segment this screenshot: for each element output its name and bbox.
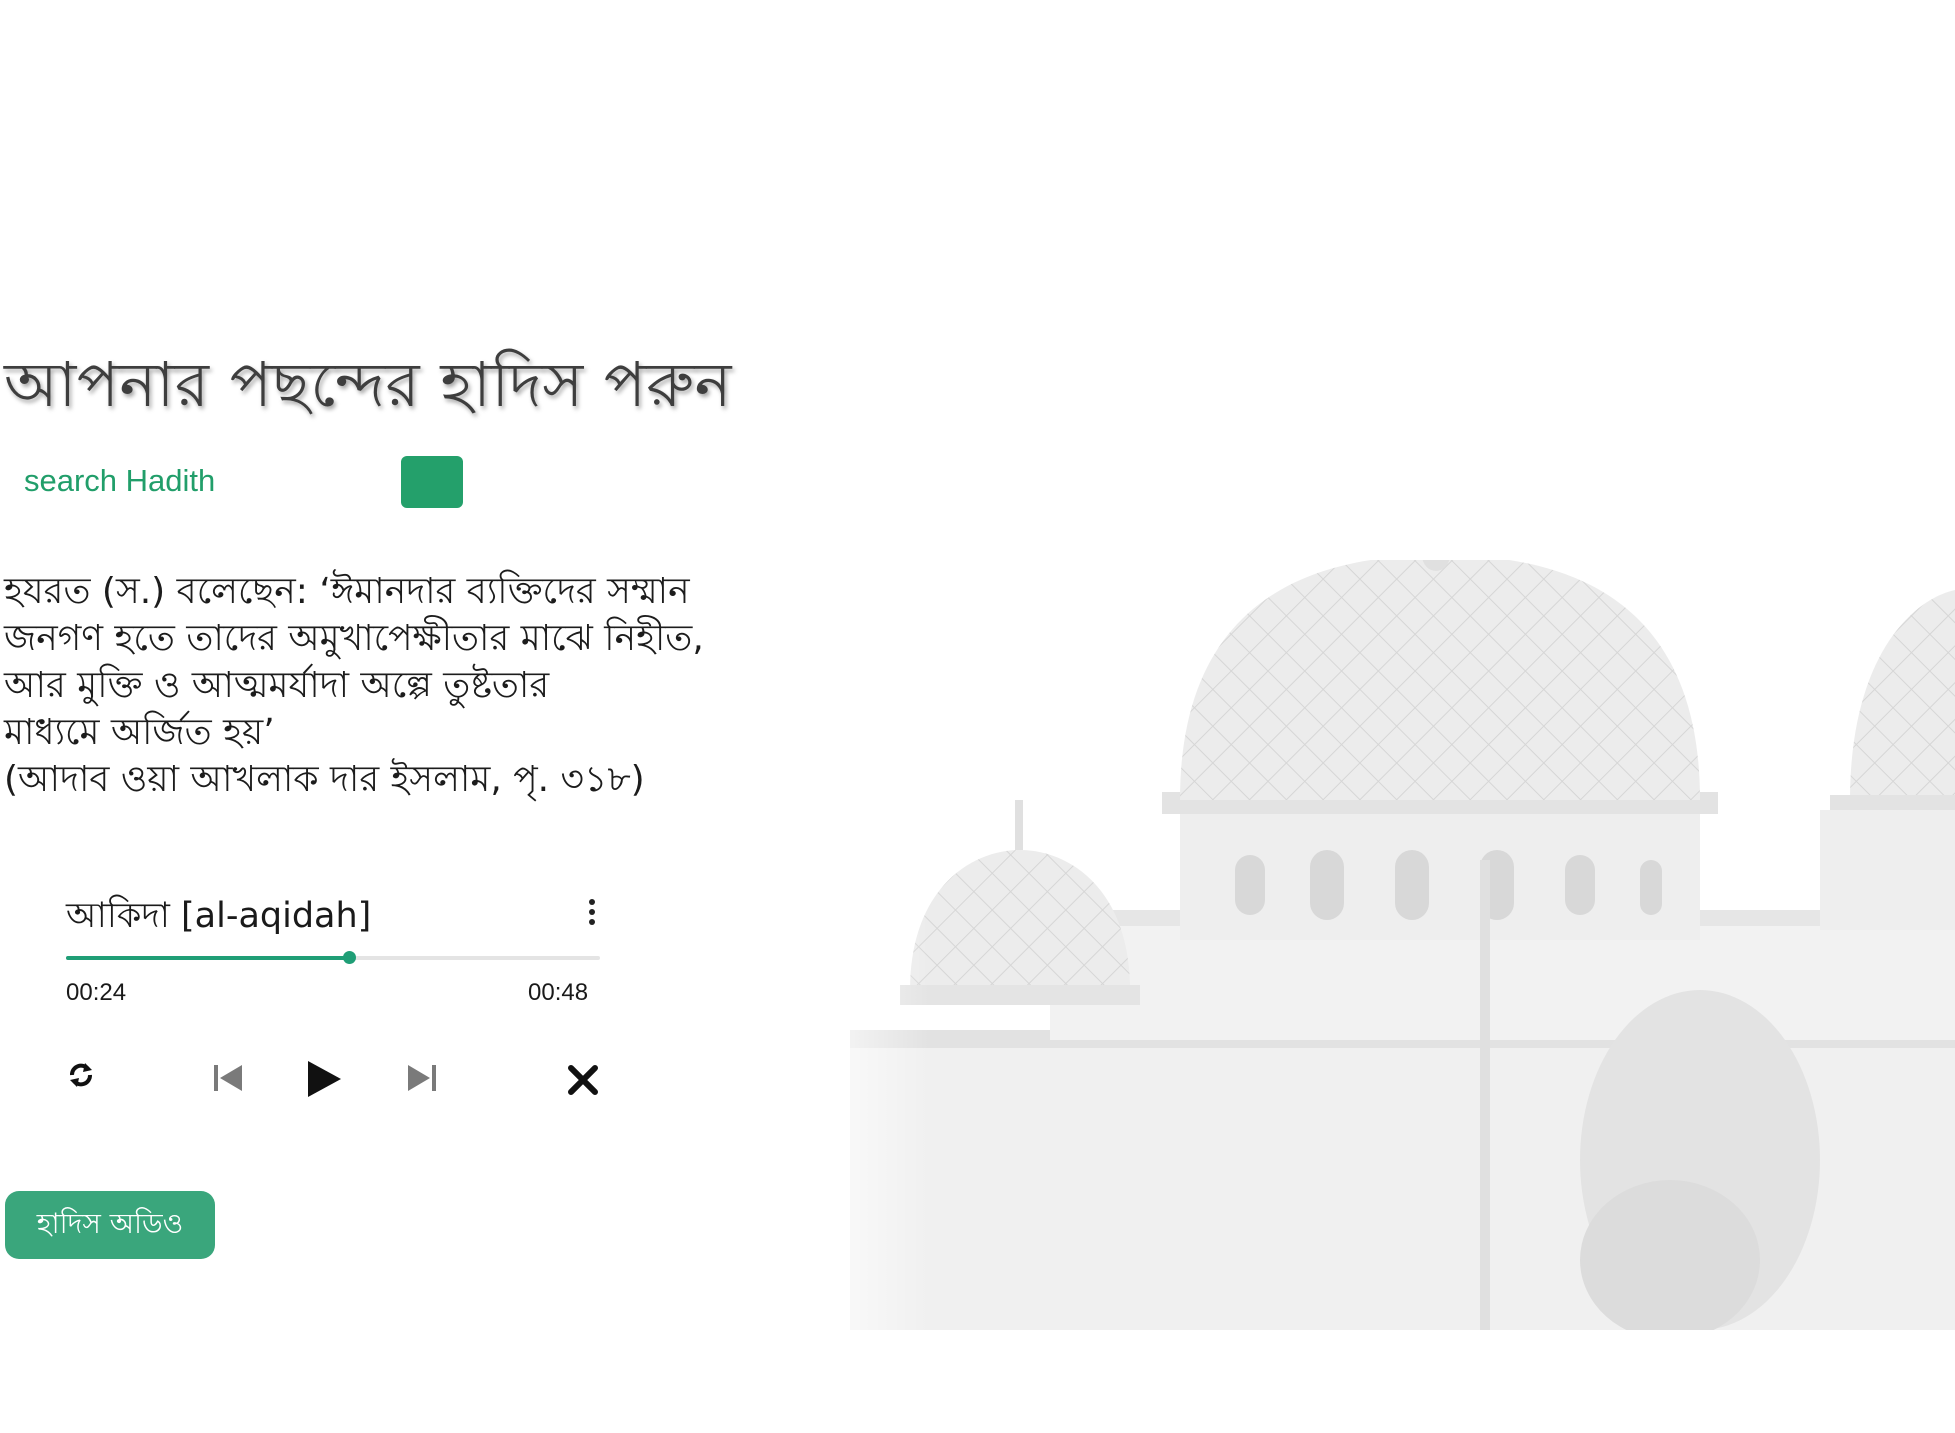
- progress-thumb[interactable]: [343, 951, 357, 964]
- more-vertical-icon[interactable]: [584, 894, 600, 930]
- close-icon[interactable]: [567, 1064, 599, 1096]
- hadith-audio-button[interactable]: হাদিস অডিও: [5, 1191, 215, 1259]
- total-time: 00:48: [528, 979, 589, 1006]
- audio-player: আকিদা [al-aqidah] 00:24 00:48: [66, 880, 606, 1120]
- play-icon[interactable]: [306, 1060, 342, 1098]
- track-title: আকিদা [al-aqidah]: [66, 896, 372, 936]
- search-input[interactable]: [14, 455, 404, 507]
- hadith-line: জনগণ হতে তাদের অমুখাপেক্ষীতার মাঝে নিহীত…: [4, 618, 704, 659]
- hadith-line: হযরত (স.) বলেছেন: ‘ঈমানদার ব্যক্তিদের সম…: [4, 571, 690, 612]
- skip-next-icon[interactable]: [406, 1062, 438, 1094]
- hadith-text: হযরত (স.) বলেছেন: ‘ঈমানদার ব্যক্তিদের সম…: [4, 568, 794, 803]
- page: আপনার পছন্দের হাদিস পরুন হযরত (স.) বলেছে…: [0, 0, 1955, 1433]
- progress-slider[interactable]: [66, 951, 600, 964]
- hadith-line: আর মুক্তি ও আত্মমর্যাদা অল্পে তুষ্টতার: [4, 665, 550, 706]
- current-time: 00:24: [66, 979, 127, 1006]
- mosque-background-image: [790, 560, 1955, 1330]
- search-button[interactable]: [401, 456, 463, 508]
- progress-fill: [66, 956, 350, 960]
- hadith-reference: (আদাব ওয়া আখলাক দার ইসলাম, পৃ. ৩১৮): [4, 759, 645, 800]
- page-title: আপনার পছন্দের হাদিস পরুন: [4, 348, 733, 421]
- skip-previous-icon[interactable]: [212, 1062, 244, 1094]
- hadith-line: মাধ্যমে অর্জিত হয়’: [4, 712, 275, 753]
- repeat-icon[interactable]: [66, 1058, 96, 1092]
